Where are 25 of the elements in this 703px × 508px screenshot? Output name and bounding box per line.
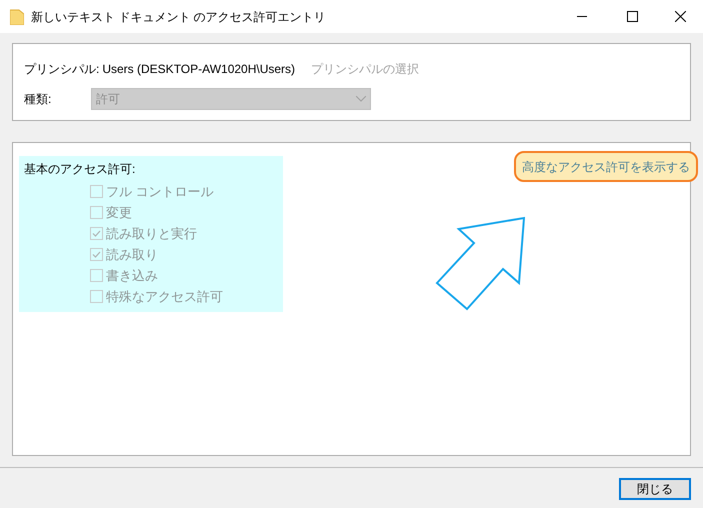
permission-label: 特殊なアクセス許可 bbox=[106, 288, 223, 306]
close-button[interactable]: 閉じる bbox=[619, 478, 691, 500]
type-label: 種類: bbox=[24, 91, 52, 108]
checkbox[interactable] bbox=[90, 185, 103, 198]
select-principal-link[interactable]: プリンシパルの選択 bbox=[311, 60, 420, 78]
principal-label: プリンシパル: bbox=[24, 61, 100, 78]
permission-label: 変更 bbox=[106, 204, 132, 222]
close-icon[interactable] bbox=[675, 11, 686, 22]
permission-label: 読み取り bbox=[106, 246, 158, 264]
permission-label: フル コントロール bbox=[106, 182, 214, 201]
permission-label: 読み取りと実行 bbox=[106, 224, 197, 243]
folder-icon bbox=[10, 8, 24, 24]
permissions-title: 基本のアクセス許可: bbox=[24, 162, 136, 176]
checkbox[interactable] bbox=[90, 290, 103, 303]
window-title: 新しいテキスト ドキュメント のアクセス許可エントリ bbox=[31, 8, 326, 26]
permission-label: 書き込み bbox=[106, 266, 158, 285]
checkbox[interactable] bbox=[90, 248, 103, 261]
arrow-icon bbox=[435, 216, 525, 311]
advanced-permissions-link[interactable]: 高度なアクセス許可を表示する bbox=[514, 151, 698, 182]
checkbox[interactable] bbox=[90, 269, 103, 282]
checkbox[interactable] bbox=[90, 206, 103, 219]
maximize-icon[interactable] bbox=[627, 11, 638, 22]
checkbox[interactable] bbox=[90, 227, 103, 240]
minimize-icon[interactable] bbox=[577, 16, 587, 18]
principal-value: Users (DESKTOP-AW1020H\Users) bbox=[102, 61, 296, 78]
